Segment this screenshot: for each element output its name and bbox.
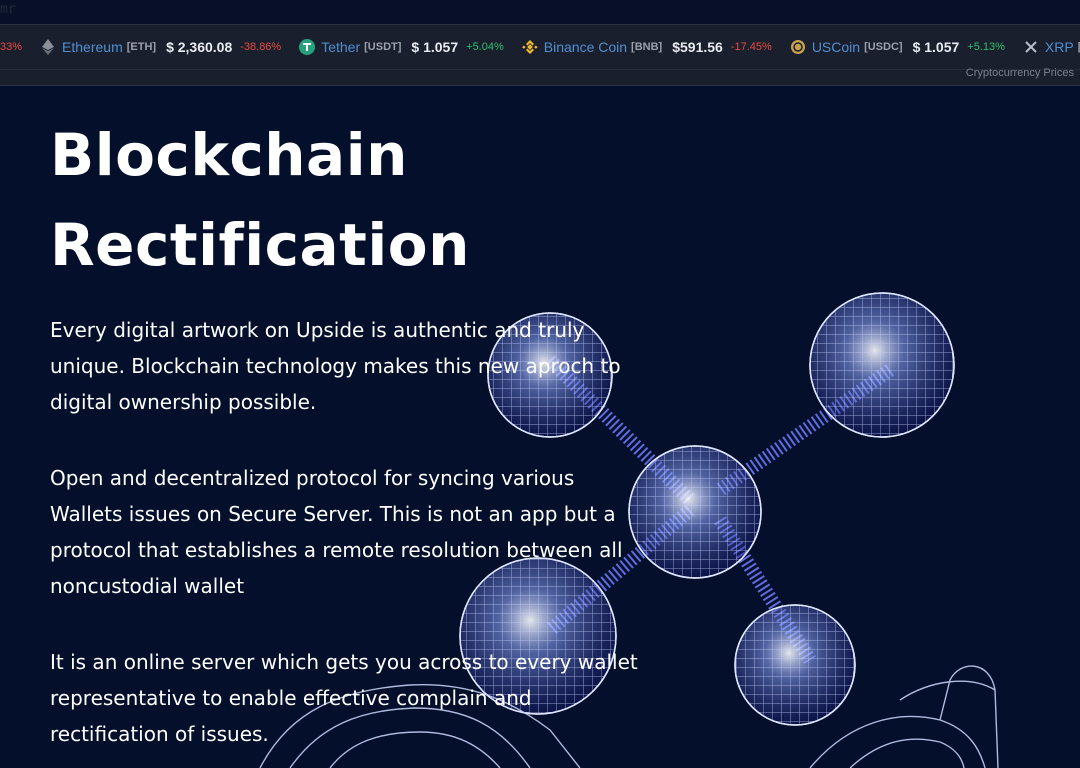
- ticker-coin-change: -17.45%: [730, 41, 772, 53]
- ticker-coin-name: Tether: [321, 39, 361, 55]
- ticker-item[interactable]: USCoin [USDC] $ 1.057 +5.13%: [790, 39, 1005, 55]
- ticker-item[interactable]: 33%: [0, 41, 22, 53]
- ticker-coin-price: $ 2,360.08: [166, 39, 233, 55]
- ticker-item[interactable]: Binance Coin [BNB] $591.56 -17.45%: [521, 39, 772, 55]
- ticker-coin-name: XRP: [1044, 39, 1074, 55]
- ticker-item[interactable]: Tether [USDT] $ 1.057 +5.04%: [299, 39, 504, 55]
- ticker-footer-label[interactable]: Cryptocurrency Prices: [966, 67, 1074, 79]
- tether-icon: [299, 39, 316, 55]
- ticker-coin-change: -38.86%: [240, 41, 282, 53]
- top-strip-fragment: mr: [0, 2, 16, 17]
- usdc-icon: [790, 39, 806, 55]
- ticker-item[interactable]: Ethereum [ETH] $ 2,360.08 -38.86%: [40, 39, 281, 55]
- xrp-icon: [1023, 39, 1039, 55]
- hero-section: Blockchain Rectification Every digital a…: [50, 110, 650, 768]
- hero-paragraph-3: It is an online server which gets you ac…: [50, 650, 638, 746]
- ticker-coin-symbol: [USDT]: [364, 41, 402, 53]
- ethereum-icon: [40, 39, 56, 55]
- ticker-coin-name: Binance Coin: [543, 39, 628, 55]
- ticker-item[interactable]: XRP[XRP: [1023, 39, 1080, 55]
- ticker-coin-price: $ 1.057: [912, 39, 960, 55]
- ticker-coin-name: USCoin: [811, 39, 861, 55]
- ticker-coin-price: $591.56: [672, 39, 723, 55]
- crypto-price-ticker[interactable]: 33% Ethereum [ETH] $ 2,360.08 -38.86% Tether[…: [0, 24, 1080, 86]
- top-strip: mr: [0, 0, 1080, 24]
- hero-paragraph-2: Open and decentralized protocol for sync…: [50, 466, 623, 598]
- ticker-coin-change: +5.13%: [967, 41, 1005, 53]
- hero-title-line-1: Blockchain: [50, 121, 408, 189]
- ticker-coin-price: $ 1.057: [411, 39, 459, 55]
- ticker-coin-change: +5.04%: [466, 41, 504, 53]
- ticker-row: 33% Ethereum [ETH] $ 2,360.08 -38.86% Tether[…: [0, 25, 1080, 69]
- ticker-coin-symbol: [ETH]: [126, 41, 157, 53]
- ticker-coin-symbol: [BNB]: [631, 41, 663, 53]
- hero-title-line-2: Rectification: [50, 211, 470, 279]
- ticker-coin-change: 33%: [0, 41, 23, 53]
- hero-title: Blockchain Rectification: [50, 110, 650, 290]
- ticker-coin-symbol: [USDC]: [864, 41, 903, 53]
- hero-paragraph-1: Every digital artwork on Upside is authe…: [50, 318, 621, 414]
- ticker-coin-name: Ethereum: [62, 39, 123, 55]
- binance-coin-icon: [521, 39, 538, 55]
- ticker-divider: [0, 69, 1080, 70]
